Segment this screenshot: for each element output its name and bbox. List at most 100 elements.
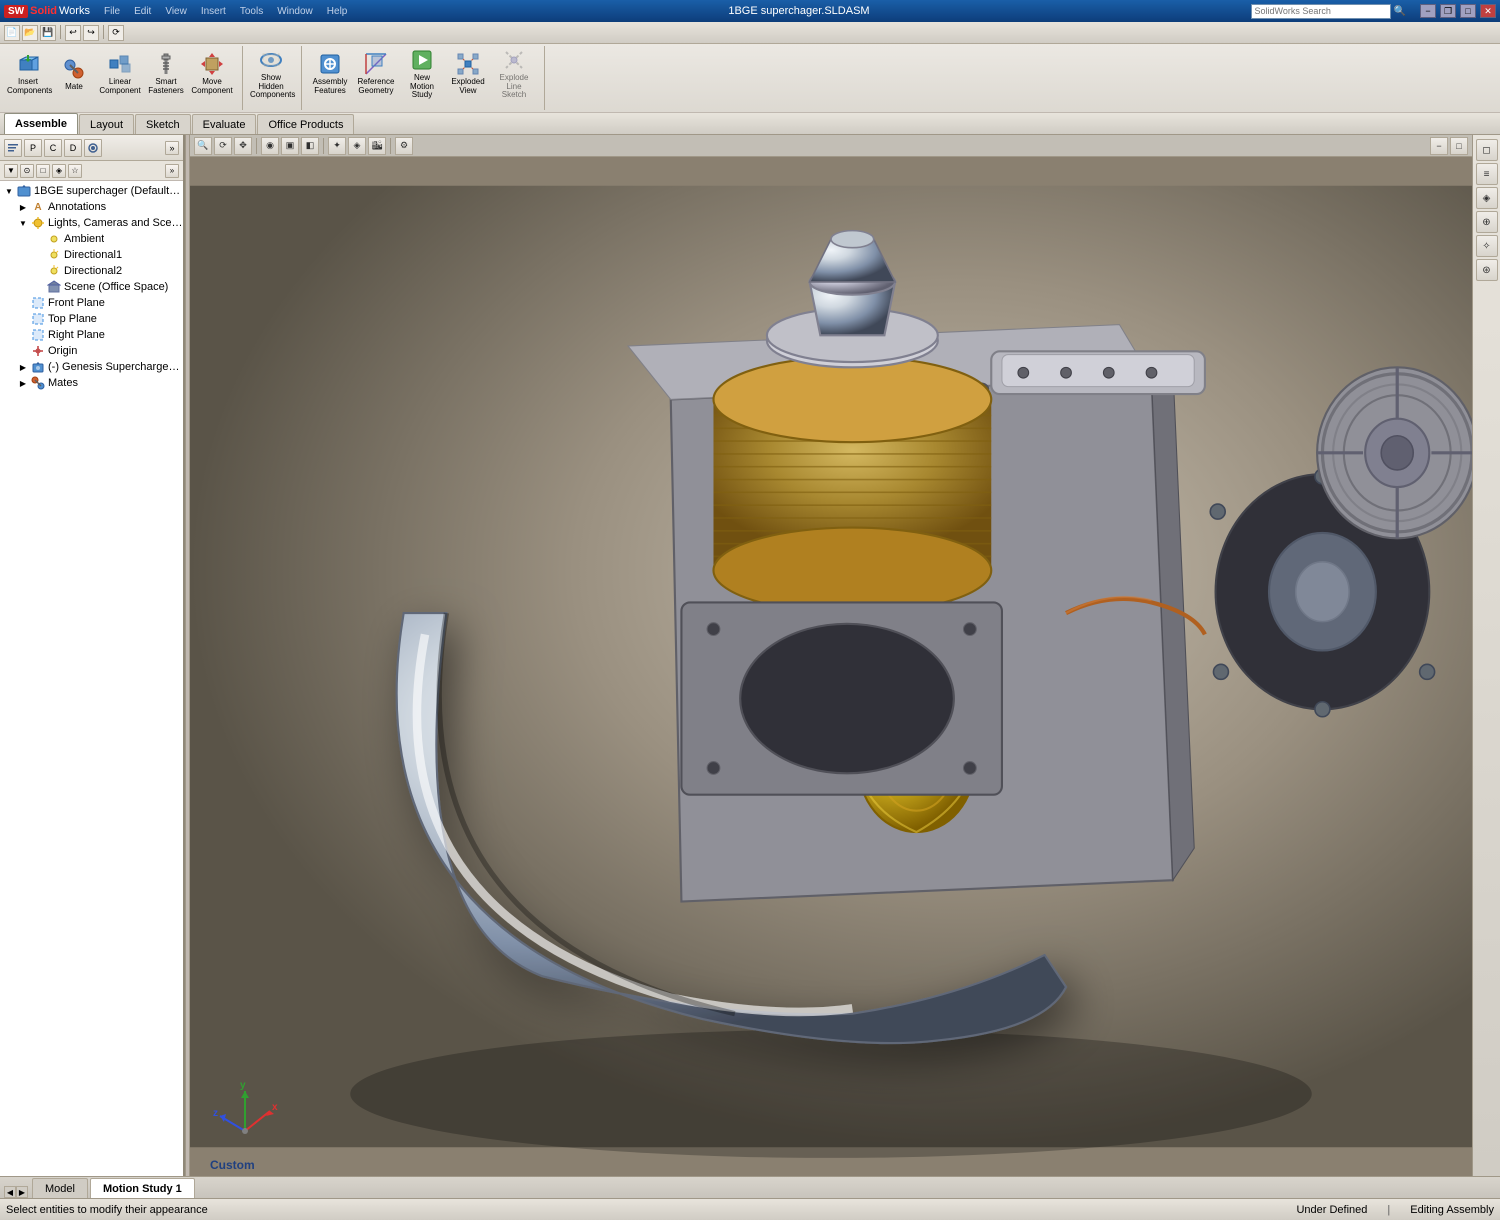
search-input[interactable] [1251,4,1391,19]
pan-btn[interactable]: ✥ [234,137,252,155]
components-buttons: InsertComponents Mate [4,46,236,102]
mates-item[interactable]: ▶ Mates [0,375,183,391]
titlebar-title: 1BGE superchager.SLDASM [347,5,1250,17]
search-icon[interactable]: 🔍 [1394,6,1406,17]
vp-minimize[interactable]: − [1430,137,1448,155]
reference-geometry-button[interactable]: ReferenceGeometry [354,48,398,100]
assembly-features-button[interactable]: AssemblyFeatures [308,48,352,100]
feature-manager-btn[interactable] [4,139,22,157]
close-button[interactable]: ✕ [1480,4,1496,18]
tab-evaluate[interactable]: Evaluate [192,114,257,134]
restore-button[interactable]: ❐ [1440,4,1456,18]
view-settings-rt-btn[interactable]: ⊛ [1476,259,1498,281]
display-manager-btn[interactable] [84,139,102,157]
minimize-button[interactable]: − [1420,4,1436,18]
expand-panel-btn[interactable]: » [165,141,179,155]
insert-components-button[interactable]: InsertComponents [6,48,50,100]
tab-scroll-right[interactable]: ▶ [16,1186,28,1198]
exploded-view-button[interactable]: ExplodedView [446,48,490,100]
model-viewport[interactable] [190,157,1472,1176]
smart-fasteners-button[interactable]: SmartFasteners [144,48,188,100]
redo-button[interactable]: ↪ [83,25,99,41]
root-item[interactable]: ▼ 1BGE superchager (Default<Displ [0,183,183,199]
view-settings-btn[interactable]: ⚙ [395,137,413,155]
view-menu[interactable]: View [165,6,187,17]
window-menu[interactable]: Window [277,6,313,17]
scene-item[interactable]: Scene (Office Space) [0,279,183,295]
ambient-label: Ambient [62,233,104,245]
root-expand[interactable]: ▼ [2,184,16,198]
selection-filter-btn[interactable]: ✧ [1476,235,1498,257]
vp-maximize[interactable]: □ [1450,137,1468,155]
viewport-toolbar: 🔍 ⟳ ✥ ◉ ▣ ◧ ✦ ◈ 🏙 ⚙ − □ [190,135,1472,157]
model-bottom-tab[interactable]: Model [32,1178,88,1198]
mates-icon [30,375,46,391]
scene-btn[interactable]: 🏙 [368,137,386,155]
view-orient-rt-btn[interactable]: ◻ [1476,139,1498,161]
open-button[interactable]: 📂 [22,25,38,41]
help-menu[interactable]: Help [327,6,348,17]
display-style-btn[interactable]: ◉ [261,137,279,155]
property-manager-btn[interactable]: P [24,139,42,157]
motion-study-bottom-tab[interactable]: Motion Study 1 [90,1178,195,1198]
lights-btn[interactable]: ✦ [328,137,346,155]
under-defined-label: Under Defined [1296,1204,1367,1216]
explode-line-button[interactable]: ExplodeLineSketch [492,48,536,100]
rebuild-button[interactable]: ⟳ [108,25,124,41]
configuration-manager-btn[interactable]: C [44,139,62,157]
linear-component-button[interactable]: LinearComponent [98,48,142,100]
directional1-label: Directional1 [62,249,122,261]
front-plane-item[interactable]: Front Plane [0,295,183,311]
dim-xpert-btn[interactable]: D [64,139,82,157]
show-hidden-button[interactable]: ShowHiddenComponents [249,48,293,100]
annotations-item[interactable]: ▶ A Annotations [0,199,183,215]
tab-layout[interactable]: Layout [79,114,134,134]
view-orient-btn[interactable]: ▣ [281,137,299,155]
genesis-expand[interactable]: ▶ [16,360,30,374]
new-button[interactable]: 📄 [4,25,20,41]
directional2-item[interactable]: Directional2 [0,263,183,279]
mates-expand[interactable]: ▶ [16,376,30,390]
maximize-button[interactable]: □ [1460,4,1476,18]
file-menu[interactable]: File [104,6,120,17]
appearance-btn[interactable]: ◈ [348,137,366,155]
filter-btn1[interactable]: ▼ [4,164,18,178]
viewport[interactable]: 🔍 ⟳ ✥ ◉ ▣ ◧ ✦ ◈ 🏙 ⚙ − □ [190,135,1472,1176]
origin-item[interactable]: Origin [0,343,183,359]
genesis-item[interactable]: ▶ (-) Genesis Supercharger Final [0,359,183,375]
tab-scroll-left[interactable]: ◀ [4,1186,16,1198]
lights-cameras-item[interactable]: ▼ Lights, Cameras and Scene [0,215,183,231]
right-plane-item[interactable]: Right Plane [0,327,183,343]
rotate-btn[interactable]: ⟳ [214,137,232,155]
section-view-btn[interactable]: ◧ [301,137,319,155]
move-component-button[interactable]: MoveComponent [190,48,234,100]
filter-btn2[interactable]: ⊙ [20,164,34,178]
tab-assemble[interactable]: Assemble [4,113,78,134]
lights-cameras-expand[interactable]: ▼ [16,216,30,230]
filter-btn4[interactable]: ◈ [52,164,66,178]
filter-btn5[interactable]: ☆ [68,164,82,178]
vp-sep3 [390,138,391,154]
directional1-item[interactable]: Directional1 [0,247,183,263]
tab-office[interactable]: Office Products [257,114,354,134]
undo-button[interactable]: ↩ [65,25,81,41]
insert-menu[interactable]: Insert [201,6,226,17]
new-motion-study-button[interactable]: NewMotionStudy [400,48,444,100]
scroll-left-btn[interactable]: ◀ ▶ [4,1186,28,1198]
insert-components-icon [16,52,40,76]
save-button[interactable]: 💾 [40,25,56,41]
tools-menu[interactable]: Tools [240,6,263,17]
hide-show-btn[interactable]: ◈ [1476,187,1498,209]
annotations-expand[interactable]: ▶ [16,200,30,214]
mate-button[interactable]: Mate [52,48,96,100]
ambient-item[interactable]: Ambient [0,231,183,247]
zoom-btn[interactable]: 🔍 [194,137,212,155]
tab-sketch[interactable]: Sketch [135,114,191,134]
collapse-all-btn[interactable]: » [165,164,179,178]
edit-menu[interactable]: Edit [134,6,151,17]
filter-btn3[interactable]: □ [36,164,50,178]
display-mode-btn[interactable]: ≡ [1476,163,1498,185]
appearance-rt-btn[interactable]: ⊕ [1476,211,1498,233]
top-plane-item[interactable]: Top Plane [0,311,183,327]
separator1 [60,25,61,39]
